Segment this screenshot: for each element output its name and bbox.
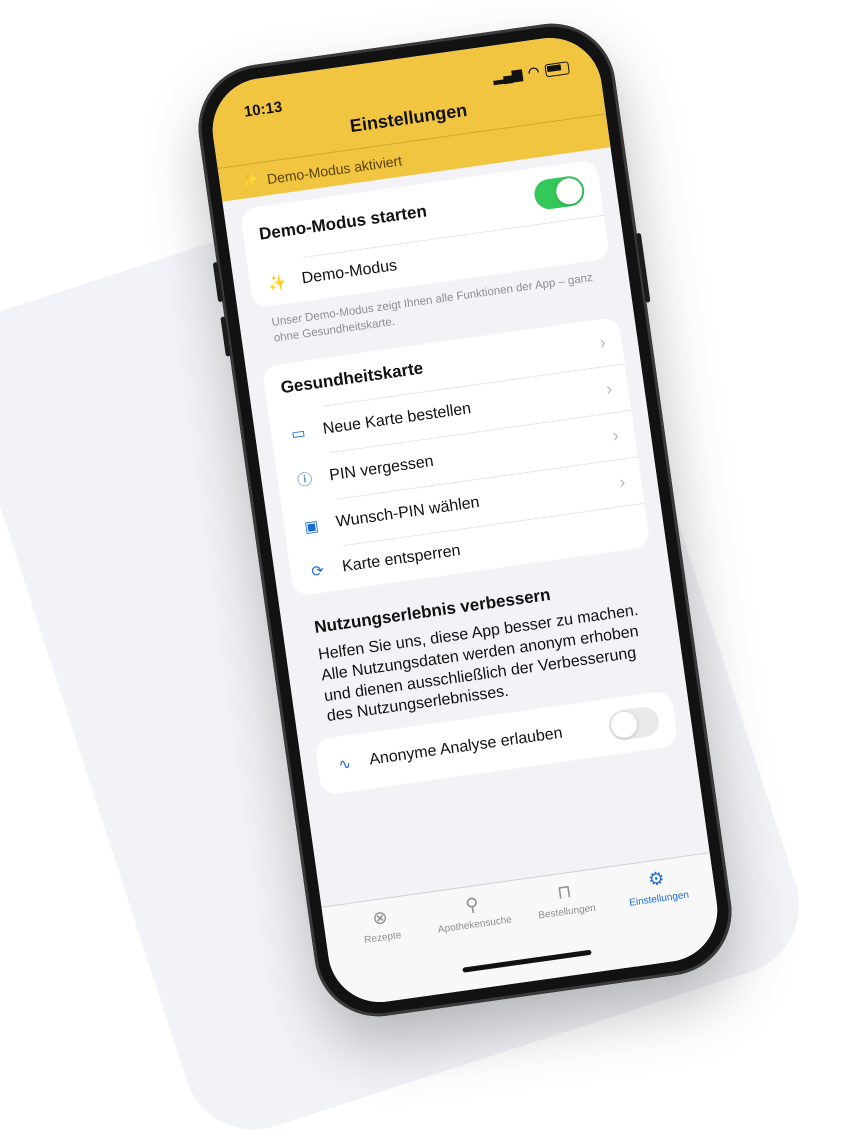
wifi-icon: ◠ xyxy=(526,63,541,80)
map-pin-icon: ⚲ xyxy=(464,893,481,916)
analysis-toggle[interactable] xyxy=(607,705,661,743)
magic-wand-icon: ✨ xyxy=(266,273,288,294)
tab-einstellungen[interactable]: ⚙ Einstellungen xyxy=(615,863,699,910)
tab-bestellungen[interactable]: ⊓ Bestellungen xyxy=(523,876,607,923)
gear-icon: ⚙ xyxy=(646,867,666,890)
demo-mode-toggle[interactable] xyxy=(532,174,587,212)
pill-icon: ⊗ xyxy=(371,906,389,929)
tab-apothekensuche[interactable]: ⚲ Apothekensuche xyxy=(431,889,515,936)
tab-label: Rezepte xyxy=(363,929,403,947)
pulse-icon: ∿ xyxy=(337,755,353,775)
unlock-icon: ⟳ xyxy=(310,562,326,581)
bag-icon: ⊓ xyxy=(555,880,573,903)
tab-label: Bestellungen xyxy=(537,902,597,922)
pin-card-icon: ▣ xyxy=(303,517,320,536)
battery-icon xyxy=(544,60,570,77)
magic-wand-icon: ✨ xyxy=(240,171,261,190)
health-card-card: Gesundheitskarte › ▭ Neue Karte bestelle… xyxy=(261,316,651,597)
tab-label: Apothekensuche xyxy=(437,914,513,936)
settings-content: Demo-Modus starten ✨ Demo-Modus Unser De… xyxy=(222,147,709,907)
card-icon: ▭ xyxy=(290,423,307,443)
tab-label: Einstellungen xyxy=(628,889,690,909)
power-button xyxy=(635,232,651,303)
tab-rezepte[interactable]: ⊗ Rezepte xyxy=(339,902,423,949)
question-icon: ⓘ xyxy=(296,470,314,490)
